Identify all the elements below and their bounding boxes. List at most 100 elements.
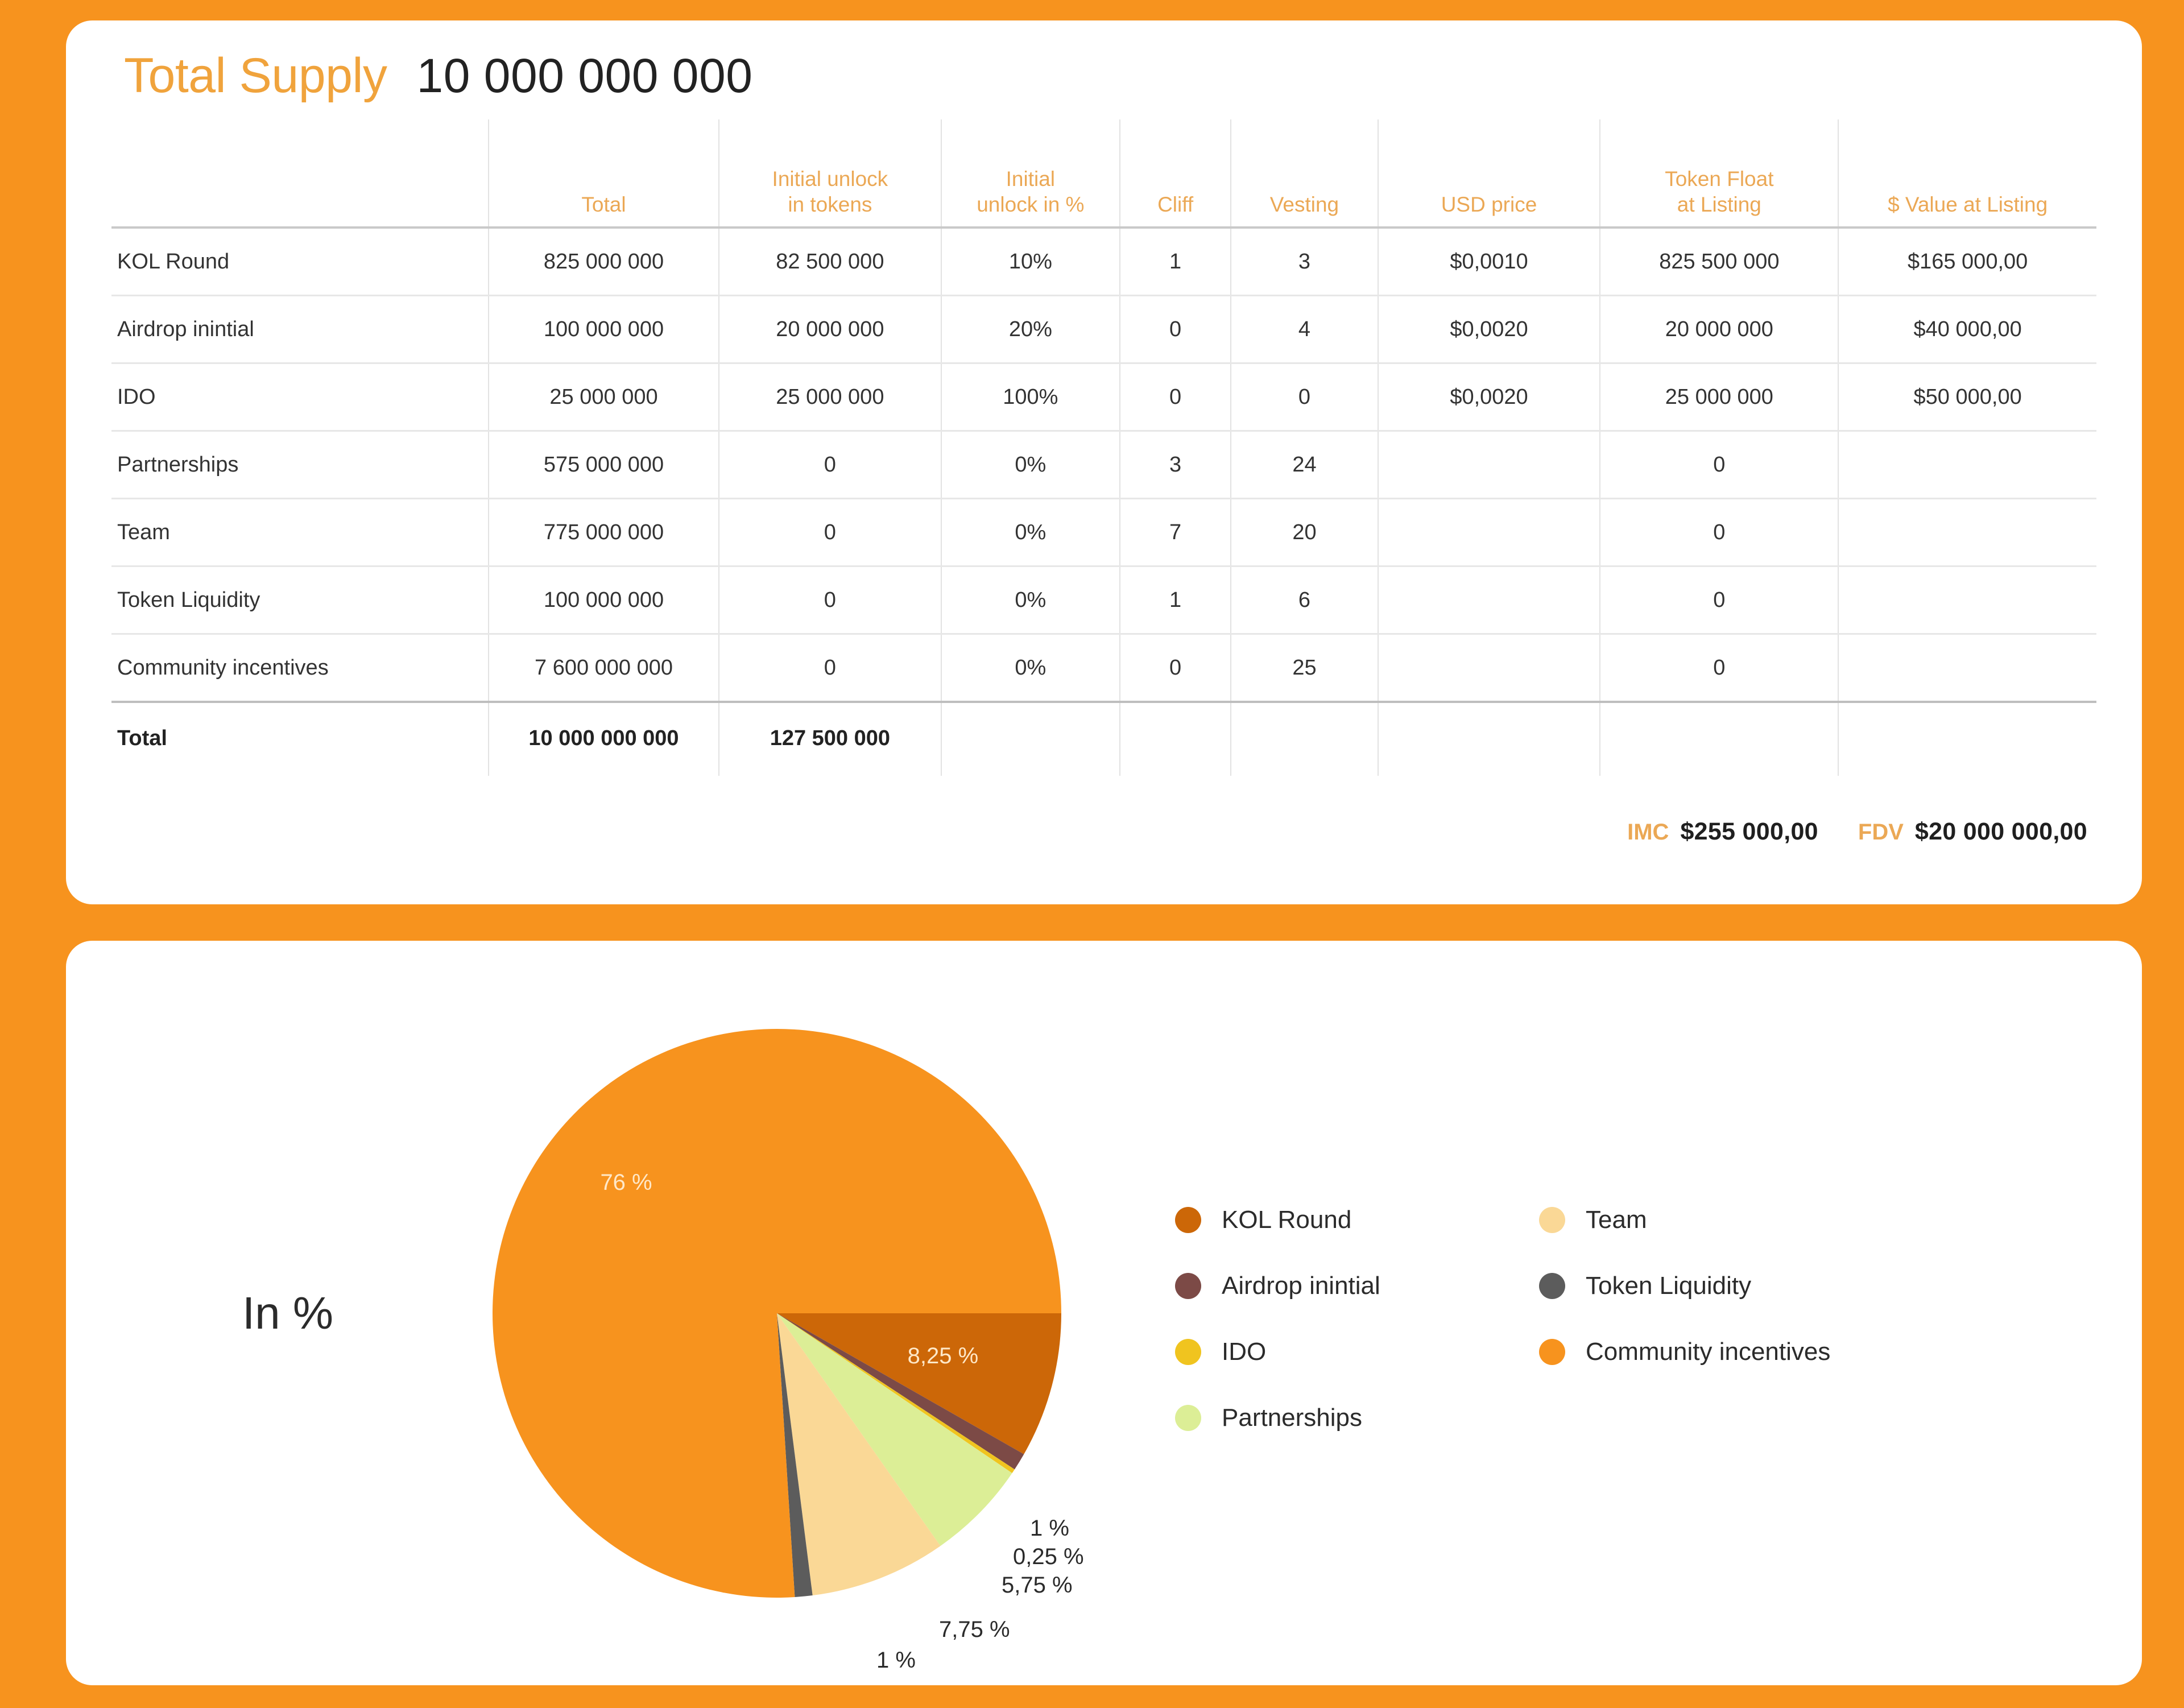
cell-token-float: 0 [1599, 634, 1839, 703]
table-row: KOL Round 825 000 000 82 500 000 10% 1 3 $0,00… [111, 228, 2096, 296]
legend-item[interactable]: Airdrop inintial [1175, 1253, 1539, 1319]
total-supply-card: Total Supply 10 000 000 000 Total Initia… [66, 20, 2142, 904]
cell-name: KOL Round [111, 228, 489, 296]
legend-label: Token Liquidity [1586, 1271, 1752, 1300]
cell-vesting: 24 [1230, 431, 1378, 499]
legend-label: Airdrop inintial [1222, 1271, 1380, 1300]
column-header-usd-price: USD price [1377, 119, 1600, 228]
metric-label: IMC [1627, 820, 1669, 845]
column-header-total: Total [488, 119, 719, 228]
legend-color-swatch-icon [1539, 1206, 1565, 1233]
cell-name: Token Liquidity [111, 566, 489, 635]
cell-total: 7 600 000 000 [488, 634, 719, 703]
total-row-token-float [1599, 702, 1839, 776]
header-line-2: unlock in % [977, 192, 1085, 216]
cell-total: 100 000 000 [488, 566, 719, 635]
cell-value-listing: $40 000,00 [1838, 295, 2096, 364]
total-supply-header: Total Supply 10 000 000 000 [111, 51, 2096, 100]
cell-usd-price [1377, 634, 1600, 703]
cell-usd-price [1377, 431, 1600, 499]
cell-unlock-tokens: 0 [718, 634, 941, 703]
legend-label: IDO [1222, 1337, 1267, 1366]
legend-item[interactable]: Team [1539, 1187, 1903, 1253]
metric-value: $255 000,00 [1680, 818, 1818, 845]
table-header: Total Initial unlock in tokens Initial u… [111, 119, 2096, 228]
cell-usd-price: $0,0010 [1377, 228, 1600, 296]
pie-chart: 8,25 % 1 % 0,25 % 5,75 % 7,75 % 1 % 76 % [453, 989, 1101, 1673]
cell-total: 575 000 000 [488, 431, 719, 499]
cell-unlock-tokens: 25 000 000 [718, 363, 941, 432]
cell-value-listing [1838, 566, 2096, 635]
cell-token-float: 0 [1599, 498, 1839, 567]
cell-total: 775 000 000 [488, 498, 719, 567]
legend-item[interactable]: Community incentives [1539, 1319, 1903, 1385]
cell-usd-price: $0,0020 [1377, 363, 1600, 432]
cell-vesting: 0 [1230, 363, 1378, 432]
cell-name: Airdrop inintial [111, 295, 489, 364]
metric-label: FDV [1858, 820, 1904, 845]
pie-slice-label: 0,25 % [1013, 1544, 1084, 1569]
cell-cliff: 0 [1119, 634, 1231, 703]
cell-cliff: 0 [1119, 295, 1231, 364]
legend-item[interactable]: KOL Round [1175, 1187, 1539, 1253]
table-footer: Total 10 000 000 000 127 500 000 [111, 702, 2096, 776]
pie-chart-svg [493, 1028, 1061, 1598]
cell-vesting: 4 [1230, 295, 1378, 364]
cell-token-float: 0 [1599, 566, 1839, 635]
cell-unlock-percent: 0% [940, 566, 1120, 635]
total-row-cliff [1119, 702, 1231, 776]
cell-unlock-percent: 0% [940, 431, 1120, 499]
chart-caption: In % [242, 1287, 334, 1338]
summary-metrics: IMC $255 000,00 FDV $20 000 000,00 [111, 818, 2096, 846]
cell-token-float: 20 000 000 [1599, 295, 1839, 364]
cell-unlock-tokens: 20 000 000 [718, 295, 941, 364]
legend-item[interactable]: Partnerships [1175, 1385, 1539, 1451]
cell-unlock-tokens: 0 [718, 431, 941, 499]
legend-color-swatch-icon [1539, 1272, 1565, 1299]
cell-unlock-percent: 100% [940, 363, 1120, 432]
cell-token-float: 825 500 000 [1599, 228, 1839, 296]
total-row-usd-price [1377, 702, 1600, 776]
header-line-1: Token Float [1665, 167, 1774, 191]
cell-vesting: 6 [1230, 566, 1378, 635]
header-line-1: Initial [1006, 167, 1056, 191]
legend-item[interactable]: IDO [1175, 1319, 1539, 1385]
column-header-cliff: Cliff [1119, 119, 1231, 228]
cell-vesting: 3 [1230, 228, 1378, 296]
cell-total: 25 000 000 [488, 363, 719, 432]
legend-item[interactable]: Token Liquidity [1539, 1253, 1903, 1319]
column-header-vesting: Vesting [1230, 119, 1378, 228]
column-header-token-float: Token Float at Listing [1599, 119, 1839, 228]
cell-name: Partnerships [111, 431, 489, 499]
table-row: Partnerships 575 000 000 0 0% 3 24 0 [111, 431, 2096, 499]
page-title: Total Supply [124, 48, 387, 103]
legend-column-2: Team Token Liquidity Community incentives [1539, 1187, 1903, 1451]
table-row: Airdrop inintial 100 000 000 20 000 000 20%… [111, 295, 2096, 364]
metric-fdv: FDV $20 000 000,00 [1858, 818, 2087, 846]
legend-column-1: KOL Round Airdrop inintial IDO Partnerships [1175, 1187, 1539, 1451]
cell-unlock-percent: 10% [940, 228, 1120, 296]
cell-vesting: 20 [1230, 498, 1378, 567]
cell-total: 100 000 000 [488, 295, 719, 364]
table-total-row: Total 10 000 000 000 127 500 000 [111, 702, 2096, 776]
total-row-total: 10 000 000 000 [488, 702, 719, 776]
cell-name: Team [111, 498, 489, 567]
total-supply-value: 10 000 000 000 [416, 49, 753, 102]
tokenomics-table: Total Initial unlock in tokens Initial u… [111, 119, 2096, 776]
cell-usd-price: $0,0020 [1377, 295, 1600, 364]
cell-name: IDO [111, 363, 489, 432]
cell-usd-price [1377, 498, 1600, 567]
legend-color-swatch-icon [1539, 1338, 1565, 1365]
pie-slice-label: 76 % [600, 1169, 652, 1195]
table-header-row: Total Initial unlock in tokens Initial u… [111, 119, 2096, 228]
column-header-initial-unlock-tokens: Initial unlock in tokens [718, 119, 941, 228]
legend-label: Partnerships [1222, 1403, 1363, 1432]
total-row-unlock-tokens: 127 500 000 [718, 702, 941, 776]
legend-color-swatch-icon [1175, 1338, 1201, 1365]
table-row: Token Liquidity 100 000 000 0 0% 1 6 0 [111, 566, 2096, 635]
table-row: IDO 25 000 000 25 000 000 100% 0 0 $0,0020 25 0… [111, 363, 2096, 432]
cell-cliff: 1 [1119, 228, 1231, 296]
header-line-2: in tokens [788, 192, 872, 216]
header-line-1: Initial unlock [772, 167, 888, 191]
pie-slice-label: 1 % [876, 1647, 916, 1673]
